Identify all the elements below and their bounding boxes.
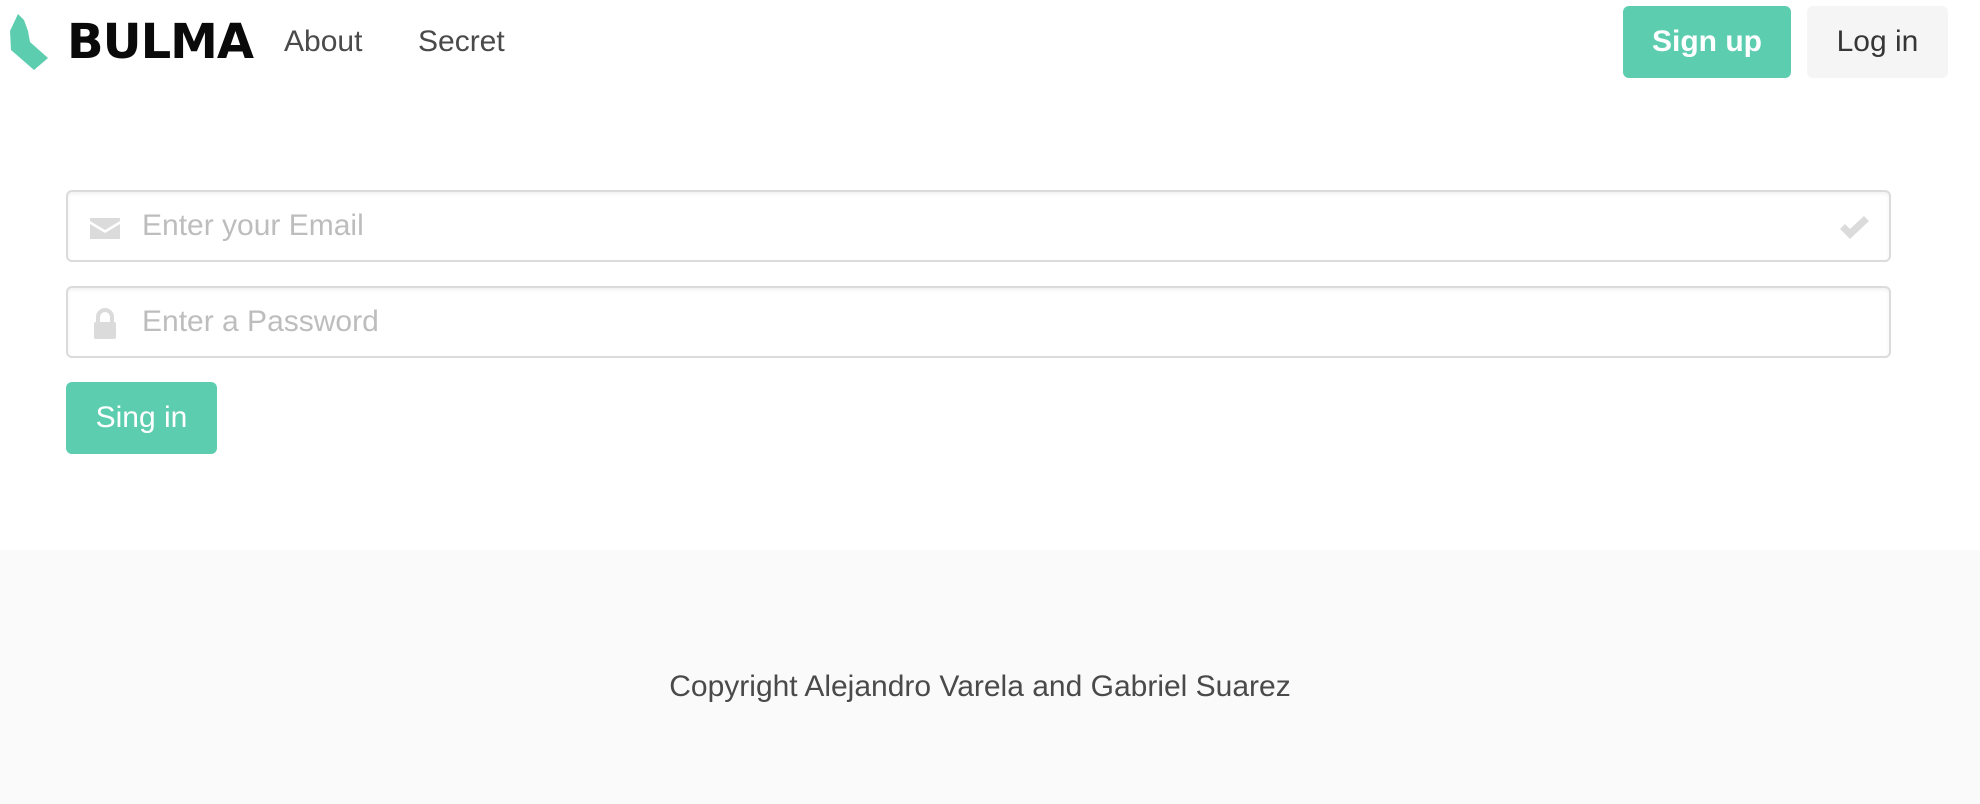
brand-link[interactable]: BULMA [10, 12, 254, 72]
bulma-logo-icon [10, 14, 48, 70]
brand-name: BULMA [67, 14, 254, 70]
nav-link-about[interactable]: About [284, 0, 362, 84]
password-field [66, 286, 1891, 358]
footer: Copyright Alejandro Varela and Gabriel S… [0, 550, 1980, 804]
email-input[interactable] [68, 192, 1889, 260]
signin-button[interactable]: Sing in [66, 382, 217, 454]
signup-button[interactable]: Sign up [1623, 6, 1791, 78]
envelope-icon [90, 218, 120, 239]
password-input[interactable] [68, 288, 1889, 356]
nav-link-secret[interactable]: Secret [418, 0, 505, 84]
login-button[interactable]: Log in [1807, 6, 1948, 78]
email-field [66, 190, 1891, 262]
navbar: BULMA About Secret Sign up Log in [0, 0, 1980, 84]
copyright-text: Copyright Alejandro Varela and Gabriel S… [669, 670, 1291, 703]
check-icon [1840, 216, 1869, 239]
lock-icon [94, 308, 116, 339]
